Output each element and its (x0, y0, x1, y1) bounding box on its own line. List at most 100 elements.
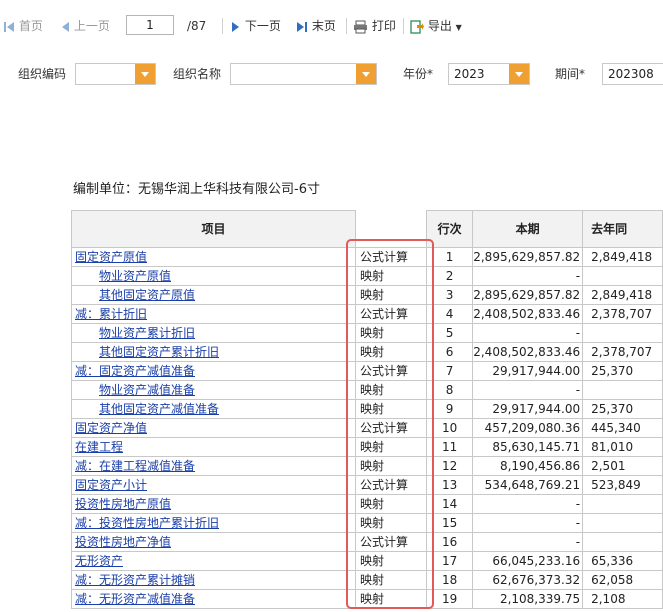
header-item: 项目 (71, 210, 356, 248)
row-item-cell: 减：无形资产减值准备 (71, 589, 356, 609)
table-row: 固定资产小计 公式计算 (71, 475, 427, 495)
next-page-icon (232, 21, 239, 32)
period-select[interactable]: 202308 (602, 63, 663, 85)
row-line-cell: 6 (425, 342, 474, 362)
first-page-icon (4, 21, 14, 32)
row-item-cell: 固定资产原值 (71, 247, 356, 267)
filter-bar: 组织编码 组织名称 年份* 2023 期间* 202308 (0, 50, 663, 100)
row-item-link[interactable]: 在建工程 (75, 440, 123, 454)
table-row: 固定资产净值 公式计算 (71, 418, 427, 438)
row-type-cell: 映射 (355, 285, 427, 305)
table-row: 7 29,917,944.00 25,370 (425, 361, 663, 381)
next-page-button[interactable]: 下一页 (231, 17, 281, 35)
table-row: 其他固定资产累计折旧 映射 (71, 342, 427, 362)
row-item-link[interactable]: 减：固定资产减值准备 (75, 364, 195, 378)
org-code-select[interactable] (75, 63, 156, 85)
row-item-cell: 其他固定资产减值准备 (71, 399, 356, 419)
row-item-link[interactable]: 物业资产累计折旧 (99, 326, 195, 340)
row-current-cell: 2,895,629,857.82 (472, 285, 584, 305)
row-item-link[interactable]: 其他固定资产累计折旧 (99, 345, 219, 359)
print-button[interactable]: 打印 (353, 17, 396, 35)
dropdown-arrow-icon[interactable] (135, 64, 155, 84)
prev-page-button[interactable]: 上一页 (60, 17, 110, 35)
row-item-cell: 减：固定资产减值准备 (71, 361, 356, 381)
table-row: 5- (425, 323, 663, 343)
row-line-cell: 5 (425, 323, 474, 343)
dropdown-arrow-icon[interactable] (356, 64, 376, 84)
row-item-link[interactable]: 减：无形资产减值准备 (75, 592, 195, 606)
last-page-icon (297, 21, 307, 32)
row-line-cell: 3 (425, 285, 474, 305)
row-line-cell: 13 (425, 475, 474, 495)
header-prev-year: 去年同 (582, 210, 663, 248)
org-name-label: 组织名称 (173, 67, 222, 81)
row-prev-year-cell: 523,849 (582, 475, 663, 495)
row-type-cell: 映射 (355, 513, 427, 533)
row-prev-year-cell: 25,370 (582, 399, 663, 419)
row-item-link[interactable]: 减：累计折旧 (75, 307, 147, 321)
row-item-link[interactable]: 固定资产净值 (75, 421, 147, 435)
table-row: 物业资产累计折旧 映射 (71, 323, 427, 343)
row-type-cell: 映射 (355, 589, 427, 609)
page-number-input[interactable]: 1 (126, 15, 174, 35)
table-row: 2- (425, 266, 663, 286)
prev-page-icon (62, 21, 69, 32)
first-page-button[interactable]: 首页 (3, 17, 43, 35)
report-toolbar: 首页 上一页 1 /87 下一页 末页 打印 导出 ▼ (0, 0, 663, 50)
row-type-cell: 映射 (355, 570, 427, 590)
row-type-cell: 公式计算 (355, 304, 427, 324)
row-item-cell: 投资性房地产净值 (71, 532, 356, 552)
row-current-cell: 29,917,944.00 (472, 361, 584, 381)
row-type-cell: 映射 (355, 494, 427, 514)
row-current-cell: - (472, 513, 584, 533)
row-prev-year-cell: 65,336 (582, 551, 663, 571)
row-item-link[interactable]: 物业资产原值 (99, 269, 171, 283)
year-select[interactable]: 2023 (448, 63, 530, 85)
row-item-link[interactable]: 无形资产 (75, 554, 123, 568)
row-item-link[interactable]: 物业资产减值准备 (99, 383, 195, 397)
row-type-cell: 公式计算 (355, 475, 427, 495)
row-prev-year-cell (582, 380, 663, 400)
row-item-cell: 固定资产净值 (71, 418, 356, 438)
row-type-cell: 映射 (355, 437, 427, 457)
table-row: 19 2,108,339.75 2,108 (425, 589, 663, 609)
row-current-cell: 29,917,944.00 (472, 399, 584, 419)
table-row: 无形资产 映射 (71, 551, 427, 571)
row-type-cell: 映射 (355, 342, 427, 362)
table-row: 11 85,630,145.71 81,010 (425, 437, 663, 457)
row-item-link[interactable]: 其他固定资产原值 (99, 288, 195, 302)
report-value-table: 行次 本期 去年同 1 2,895,629,857.82 2,849,418 2-3 2… (425, 210, 663, 609)
dropdown-arrow-icon[interactable] (509, 64, 529, 84)
row-item-link[interactable]: 投资性房地产净值 (75, 535, 171, 549)
printer-icon (354, 20, 367, 33)
row-item-link[interactable]: 其他固定资产减值准备 (99, 402, 219, 416)
row-line-cell: 10 (425, 418, 474, 438)
row-line-cell: 14 (425, 494, 474, 514)
row-item-link[interactable]: 减：无形资产累计摊销 (75, 573, 195, 587)
row-item-link[interactable]: 固定资产小计 (75, 478, 147, 492)
row-item-link[interactable]: 减：在建工程减值准备 (75, 459, 195, 473)
row-item-link[interactable]: 投资性房地产原值 (75, 497, 171, 511)
row-current-cell: 66,045,233.16 (472, 551, 584, 571)
org-name-select[interactable] (230, 63, 377, 85)
row-item-link[interactable]: 固定资产原值 (75, 250, 147, 264)
table-row: 15- (425, 513, 663, 533)
row-item-link[interactable]: 减：投资性房地产累计折旧 (75, 516, 219, 530)
row-item-cell: 物业资产原值 (71, 266, 356, 286)
row-item-cell: 减：无形资产累计摊销 (71, 570, 356, 590)
header-line: 行次 (425, 210, 474, 248)
export-button[interactable]: 导出 ▼ (410, 17, 462, 35)
toolbar-divider (346, 18, 347, 34)
row-prev-year-cell (582, 266, 663, 286)
row-item-cell: 减：累计折旧 (71, 304, 356, 324)
header-current: 本期 (472, 210, 584, 248)
row-line-cell: 8 (425, 380, 474, 400)
row-line-cell: 7 (425, 361, 474, 381)
year-value: 2023 (454, 67, 485, 81)
row-prev-year-cell: 25,370 (582, 361, 663, 381)
last-page-button[interactable]: 末页 (296, 17, 336, 35)
row-current-cell: - (472, 494, 584, 514)
table-row: 其他固定资产减值准备 映射 (71, 399, 427, 419)
row-line-cell: 9 (425, 399, 474, 419)
report-unit: 编制单位：无锡华润上华科技有限公司-6寸 (73, 182, 320, 197)
